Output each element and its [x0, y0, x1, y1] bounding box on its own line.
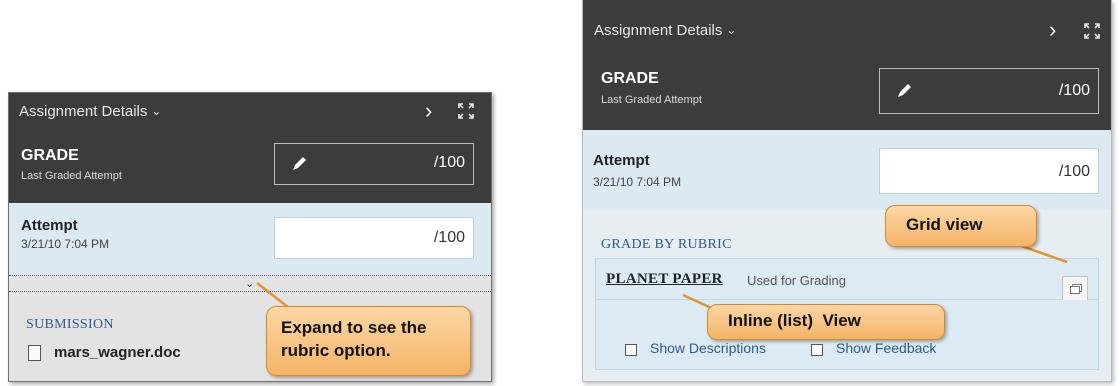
chevron-right-icon[interactable]: › — [425, 100, 432, 122]
grade-subtitle: Last Graded Attempt — [21, 170, 122, 182]
grid-view-button[interactable] — [1062, 276, 1088, 302]
chevron-down-icon: ⌄ — [726, 23, 737, 37]
grade-label: GRADE — [601, 70, 659, 87]
attempt-score-value: /100 — [1058, 163, 1090, 180]
grade-by-rubric-heading: GRADE BY RUBRIC — [601, 237, 732, 252]
divider — [9, 275, 491, 276]
panel-header: Assignment Details ⌄ › GRADE Last Graded … — [583, 0, 1111, 130]
attempt-score-value: /100 — [433, 229, 465, 246]
grade-label: GRADE — [21, 147, 79, 164]
attempt-section: Attempt 3/21/10 7:04 PM /100 — [583, 130, 1111, 210]
attempt-label: Attempt — [21, 217, 78, 234]
pencil-icon — [293, 157, 306, 170]
grade-input[interactable]: /100 — [879, 68, 1099, 114]
rubric-status: Used for Grading — [747, 273, 846, 288]
attempt-date: 3/21/10 7:04 PM — [593, 175, 682, 189]
show-feedback-checkbox[interactable] — [811, 344, 823, 356]
grade-section: GRADE Last Graded Attempt /100 — [9, 129, 491, 203]
expand-callout-text: Expand to see the rubric option. — [281, 318, 427, 360]
chevron-down-icon: ⌄ — [151, 104, 162, 118]
inline-view-callout-text: Inline (list) View — [728, 311, 861, 330]
grade-value: /100 — [1058, 82, 1090, 99]
submission-heading: SUBMISSION — [26, 317, 114, 332]
attempt-score-input[interactable]: /100 — [274, 217, 474, 259]
attempt-score-input[interactable]: /100 — [879, 148, 1099, 194]
divider — [9, 291, 491, 292]
grid-view-callout: Grid view — [885, 205, 1037, 247]
attempt-section: Attempt 3/21/10 7:04 PM /100 — [9, 203, 491, 275]
submission-file-link[interactable]: mars_wagner.doc — [54, 344, 181, 361]
grid-view-callout-text: Grid view — [906, 215, 983, 234]
grid-view-icon-part — [1070, 286, 1080, 294]
show-descriptions-checkbox[interactable] — [625, 344, 637, 356]
assignment-details-menu[interactable]: Assignment Details ⌄ — [594, 22, 736, 39]
fullscreen-icon[interactable] — [457, 102, 475, 120]
panel-title: Assignment Details — [19, 103, 148, 120]
fullscreen-icon[interactable] — [1083, 22, 1101, 40]
inline-view-callout: Inline (list) View — [707, 304, 945, 340]
rubric-row: PLANET PAPER Used for Grading — [595, 258, 1099, 302]
rubric-name-link[interactable]: PLANET PAPER — [606, 271, 723, 288]
panel-header: Assignment Details ⌄ › — [9, 93, 491, 129]
attempt-label: Attempt — [593, 152, 650, 169]
attempt-date: 3/21/10 7:04 PM — [21, 237, 110, 251]
document-icon — [28, 345, 41, 361]
grade-input[interactable]: /100 — [274, 143, 474, 185]
pencil-icon — [898, 84, 911, 97]
show-descriptions-label[interactable]: Show Descriptions — [650, 340, 766, 356]
grade-subtitle: Last Graded Attempt — [601, 94, 702, 106]
grade-value: /100 — [433, 154, 465, 171]
show-feedback-label[interactable]: Show Feedback — [836, 340, 936, 356]
assignment-details-menu[interactable]: Assignment Details ⌄ — [19, 103, 161, 120]
expand-callout: Expand to see the rubric option. — [266, 306, 471, 376]
chevron-right-icon[interactable]: › — [1049, 19, 1056, 41]
expand-chevron-down-icon[interactable]: ⌄ — [245, 277, 254, 290]
panel-title: Assignment Details — [594, 22, 723, 39]
